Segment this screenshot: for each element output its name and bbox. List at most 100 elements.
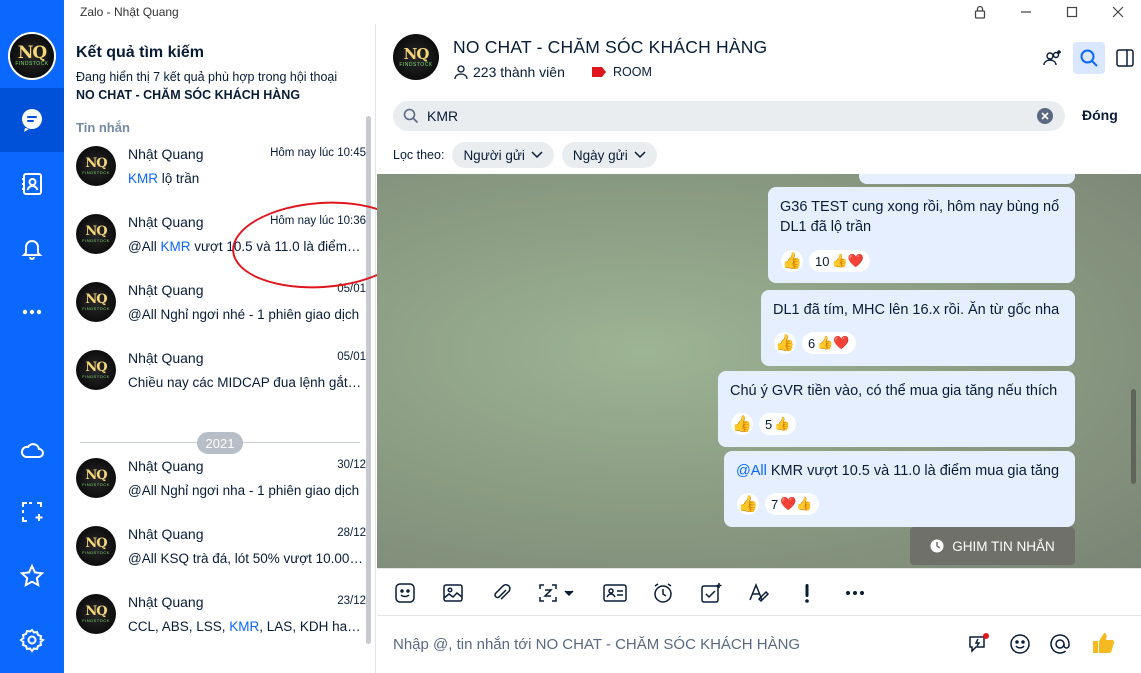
message-reactions[interactable]: 👍 7 ❤️👍 — [737, 493, 819, 515]
minimize-button[interactable] — [1003, 0, 1049, 24]
search-result-item[interactable]: NQ FINDSTOCK Nhật Quang 05/01 Chiều nay các … — [64, 340, 370, 408]
composer-toolbar — [377, 568, 1141, 616]
sender-avatar[interactable]: NQ FINDSTOCK — [76, 526, 116, 566]
pinned-messages-button[interactable]: GHIM TIN NHẮN — [910, 527, 1075, 565]
filter-date-dropdown[interactable]: Ngày gửi — [561, 142, 657, 168]
member-count[interactable]: 223 thành viên — [453, 64, 565, 80]
filter-sender-dropdown[interactable]: Người gửi — [452, 142, 554, 168]
group-name[interactable]: NO CHAT - CHĂM SÓC KHÁCH HÀNG — [453, 37, 767, 58]
search-result-item[interactable]: NQ FINDSTOCK Nhật Quang 30/12 @All Nghỉ ngơi… — [64, 448, 370, 516]
sender-avatar[interactable]: NQ FINDSTOCK — [76, 146, 116, 186]
pinned-label: GHIM TIN NHẮN — [952, 538, 1055, 554]
message-time: 23/12 — [337, 595, 366, 607]
avatar-subtext: FINDSTOCK — [15, 61, 49, 67]
sender-avatar[interactable]: NQ FINDSTOCK — [76, 350, 116, 390]
screenshot-tool-icon[interactable] — [535, 579, 579, 607]
reaction-count[interactable]: 5 👍 — [759, 413, 797, 435]
mention-icon[interactable] — [1048, 632, 1072, 661]
attachment-icon[interactable] — [487, 579, 515, 607]
settings-icon[interactable] — [0, 608, 64, 672]
like-icon[interactable]: 👍 — [774, 332, 796, 354]
room-tag[interactable]: ROOM — [591, 65, 652, 79]
message-reactions[interactable]: 👍 5 👍 — [731, 413, 797, 435]
chat-messages-area[interactable]: G36 TEST cung xong rồi, hôm nay bùng nổ … — [377, 174, 1141, 568]
sender-name: Nhật Quang — [128, 350, 204, 366]
like-icon[interactable]: 👍 — [731, 413, 753, 435]
image-icon[interactable] — [439, 579, 467, 607]
snippet-text: CCL, ABS, LSS, — [128, 619, 230, 634]
quick-reply-icon[interactable] — [967, 632, 991, 661]
like-icon[interactable]: 👍 — [737, 493, 759, 515]
message-input-placeholder: Nhập @, tin nhắn tới NO CHAT - CHĂM SÓC … — [393, 636, 801, 653]
reaction-count[interactable]: 7 ❤️👍 — [765, 493, 819, 515]
chat-icon[interactable] — [0, 88, 64, 152]
screenshot-icon[interactable] — [0, 480, 64, 544]
sender-avatar-subtext: FINDSTOCK — [82, 237, 110, 243]
reaction-count[interactable]: 10 👍❤️ — [809, 250, 870, 272]
reaction-count[interactable]: 6 👍❤️ — [802, 332, 856, 354]
close-search-button[interactable]: Đóng — [1082, 107, 1118, 123]
message-bubble[interactable]: Chú ý GVR tiền vào, có thể mua gia tăng … — [718, 371, 1075, 447]
search-icon[interactable] — [1073, 42, 1105, 74]
sender-avatar-text: NQ — [85, 359, 107, 375]
sender-avatar[interactable]: NQ FINDSTOCK — [76, 282, 116, 322]
search-icon — [403, 108, 419, 124]
message-snippet: @All Nghỉ ngơi nhé - 1 phiên giao dịch — [128, 307, 364, 322]
text-format-icon[interactable] — [745, 579, 773, 607]
close-window-button[interactable] — [1095, 0, 1141, 24]
reminder-icon[interactable] — [649, 579, 677, 607]
message-reactions[interactable]: 👍 10 👍❤️ — [781, 250, 870, 272]
results-scrollbar[interactable] — [366, 116, 371, 644]
search-result-item[interactable]: NQ FINDSTOCK Nhật Quang Hôm nay lúc 10:45 KM… — [64, 136, 370, 204]
sender-name: Nhật Quang — [128, 594, 204, 610]
sender-avatar-subtext: FINDSTOCK — [82, 305, 110, 311]
clear-search-icon[interactable] — [1037, 108, 1053, 129]
group-avatar[interactable]: NQ FINDSTOCK — [393, 34, 439, 80]
search-match: KMR — [128, 171, 158, 186]
emoji-icon[interactable] — [1008, 632, 1032, 661]
snippet-text-after: lộ trần — [158, 171, 200, 186]
sender-avatar-subtext: FINDSTOCK — [82, 373, 110, 379]
bell-icon[interactable] — [0, 216, 64, 280]
message-text: DL1 đã tím, MHC lên 16.x rồi. Ăn từ gốc … — [773, 302, 1060, 318]
mention[interactable]: @All — [736, 463, 767, 479]
message-bubble-partial[interactable] — [859, 174, 1075, 184]
star-icon[interactable] — [0, 544, 64, 608]
thumbs-up-icon[interactable] — [1090, 630, 1116, 661]
sender-avatar[interactable]: NQ FINDSTOCK — [76, 594, 116, 634]
sender-avatar-text: NQ — [85, 603, 107, 619]
message-search-input[interactable]: KMR — [393, 101, 1065, 131]
sticker-icon[interactable] — [391, 579, 419, 607]
sidebar-toggle-icon[interactable] — [1109, 42, 1141, 74]
avatar[interactable]: NQ FINDSTOCK — [8, 32, 56, 80]
cloud-icon[interactable] — [0, 418, 64, 482]
message-snippet: KMR lộ trần — [128, 171, 364, 186]
contact-card-icon[interactable] — [601, 579, 629, 607]
message-snippet: @All KSQ trà đá, lót 50% vượt 10.00 mua — [128, 551, 364, 566]
search-match: KMR — [229, 619, 260, 634]
message-bubble[interactable]: DL1 đã tím, MHC lên 16.x rồi. Ăn từ gốc … — [761, 290, 1075, 366]
reaction-emojis: 👍❤️ — [831, 253, 864, 268]
message-bubble[interactable]: @All KMR vượt 10.5 và 11.0 là điểm mua g… — [724, 451, 1075, 527]
sender-avatar[interactable]: NQ FINDSTOCK — [76, 458, 116, 498]
task-icon[interactable] — [697, 579, 725, 607]
sender-avatar[interactable]: NQ FINDSTOCK — [76, 214, 116, 254]
search-result-item[interactable]: NQ FINDSTOCK Nhật Quang 28/12 @All KSQ trà đ… — [64, 516, 370, 584]
urgent-icon[interactable] — [793, 579, 821, 607]
maximize-button[interactable] — [1049, 0, 1095, 24]
sender-avatar-text: NQ — [85, 467, 107, 483]
like-icon[interactable]: 👍 — [781, 250, 803, 272]
search-result-item[interactable]: NQ FINDSTOCK Nhật Quang 23/12 CCL, ABS, LSS,… — [64, 584, 370, 652]
more-options-icon[interactable] — [841, 579, 869, 607]
message-snippet: Chiều nay các MIDCAP đua lệnh gắt quá — [128, 375, 364, 390]
lock-icon[interactable] — [957, 0, 1003, 24]
more-icon[interactable] — [0, 280, 64, 344]
chat-scrollbar[interactable] — [1131, 389, 1136, 484]
add-member-icon[interactable] — [1037, 42, 1069, 74]
contacts-icon[interactable] — [0, 152, 64, 216]
search-value: KMR — [427, 108, 459, 124]
message-time: 28/12 — [337, 527, 366, 539]
message-reactions[interactable]: 👍 6 👍❤️ — [774, 332, 856, 354]
message-input[interactable]: Nhập @, tin nhắn tới NO CHAT - CHĂM SÓC … — [377, 616, 1141, 673]
message-snippet: @All Nghỉ ngơi nha - 1 phiên giao dịch — [128, 483, 364, 498]
